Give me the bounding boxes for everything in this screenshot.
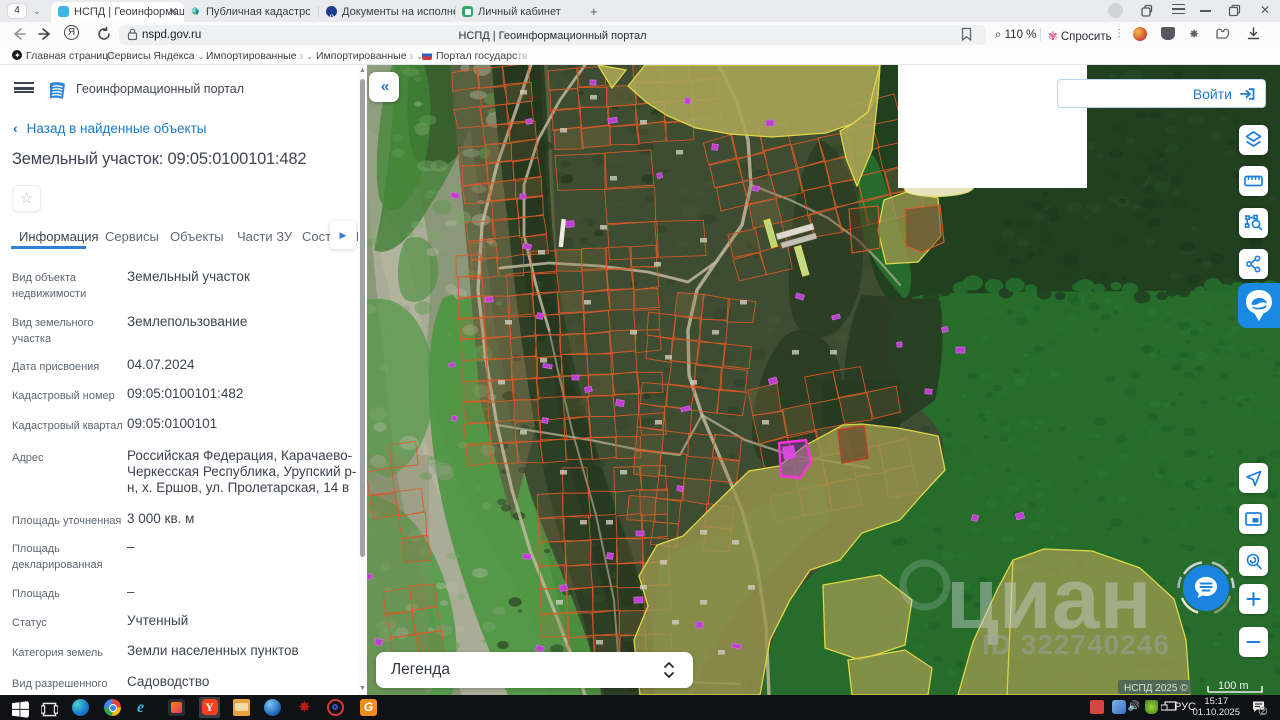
svg-text:2: 2 xyxy=(1261,707,1265,715)
svg-text:100 m: 100 m xyxy=(1218,680,1249,692)
svg-text:НСПД 2025 ©: НСПД 2025 © xyxy=(1124,683,1188,694)
svg-text:ID 322740246: ID 322740246 xyxy=(982,629,1170,660)
